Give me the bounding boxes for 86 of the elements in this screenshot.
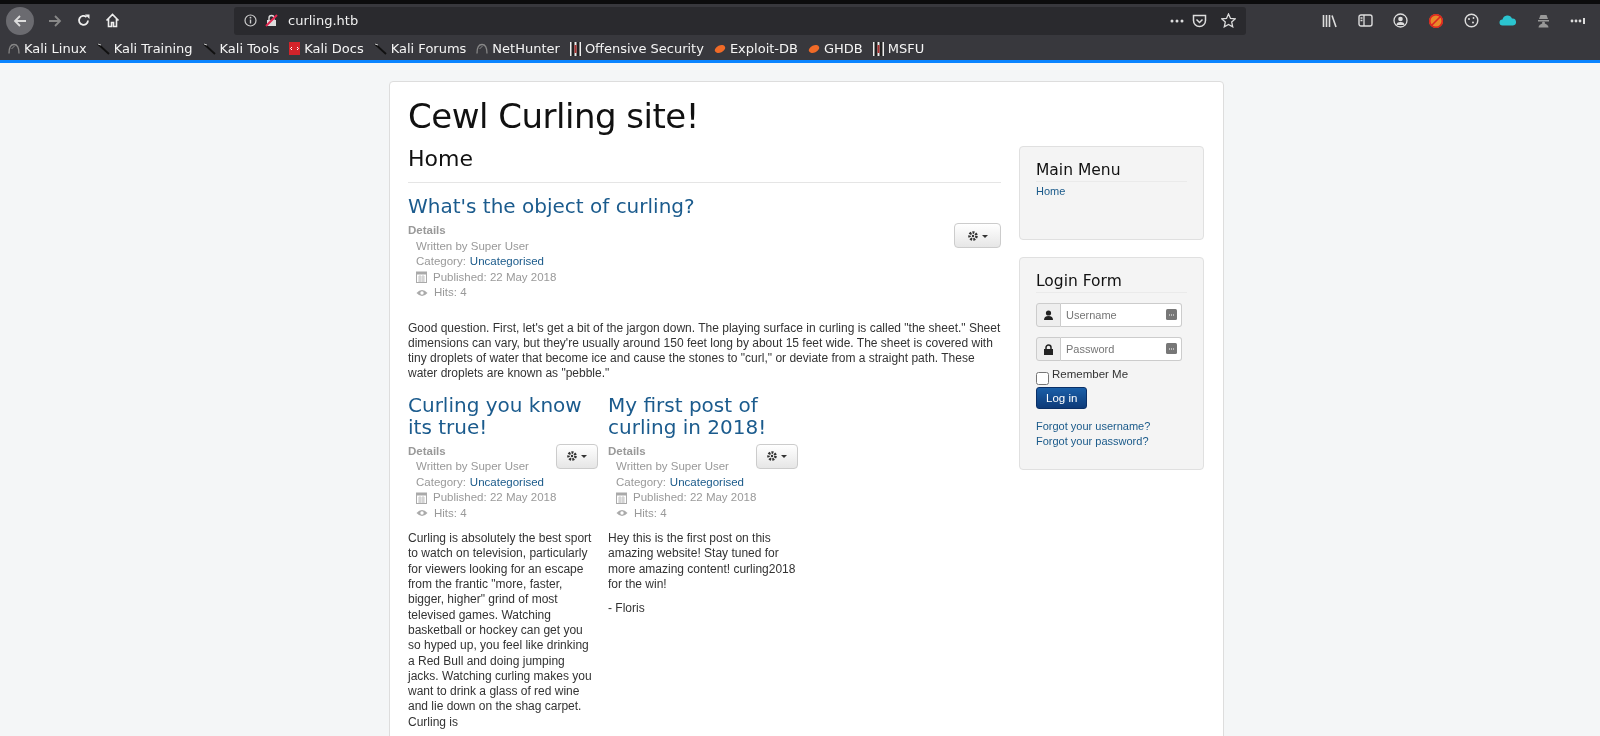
category-label: Category: [616,474,666,490]
details-label: Details [608,443,647,459]
panel-title: Main Menu [1036,161,1187,182]
insecure-lock-icon [265,14,278,27]
bookmark-link[interactable]: Kali Forums [373,41,467,56]
author-text: Written by Super User [416,459,529,475]
panel-title: Login Form [1036,272,1187,293]
category-label: Category: [416,254,466,269]
pocket-icon[interactable] [1192,13,1207,28]
blocked-extension-icon[interactable] [1428,12,1444,29]
home-button[interactable] [105,13,120,28]
username-field[interactable]: Username [1061,303,1182,327]
bookmark-link[interactable]: GHDB [807,41,863,56]
article-options-button[interactable] [756,443,798,469]
page-heading: Home [408,146,474,171]
library-icon[interactable] [1322,13,1338,28]
back-button[interactable] [6,6,34,35]
url-text: curling.htb [288,13,359,28]
category-label: Category: [416,474,466,490]
calendar-icon [416,491,427,504]
bug-icon [807,43,820,54]
bookmark-link[interactable]: Kali Linux [8,41,87,56]
published-date: Published: 22 May 2018 [633,490,757,506]
overflow-menu-icon[interactable] [1570,17,1586,24]
article-text: Hey this is the first post on this amazing website! Stay tuned for more amazing content! curling2018 for the win! [608,531,797,593]
eye-icon [416,509,428,518]
article-title[interactable]: Curling you know its true! [408,393,598,438]
details-label: Details [408,223,447,238]
gear-icon [966,229,989,242]
password-field[interactable]: Password [1061,337,1182,361]
eye-icon [616,509,628,518]
gear-icon [766,450,789,463]
forgot-link[interactable]: Forgot your username? [1036,419,1187,434]
cookie-icon[interactable] [1464,13,1479,28]
address-bar[interactable]: curling.htb [234,6,1246,35]
article-text: - Floris [608,601,646,617]
gear-icon [566,450,589,463]
article-title[interactable]: My first post of curling in 2018! [608,393,798,438]
more-icon[interactable] [1170,18,1184,23]
hits-count: Hits: 4 [434,285,467,300]
eye-icon [416,288,428,297]
user-icon [1044,310,1053,320]
author-text: Written by Super User [616,459,729,475]
published-date: Published: 22 May 2018 [433,490,557,506]
article-title[interactable]: What's the object of curling? [408,195,1001,217]
reload-button[interactable] [76,13,91,28]
calendar-icon [616,491,627,504]
article-text: Curling is absolutely the best sport to watch on television, particularly for viewers looking for an escape from the frantic "more, faster, bigger, higher" grind of most televised games. Watching basketball or hockey can get you so hyped up, you feel like drinking a Red Bull and doing jumping jacks. Watching curling makes you want to drink a glass of red wine and lie down on the shag carpet. Curling is [408,531,593,731]
bookmark-link[interactable]: Kali Tools [202,41,280,56]
category-link[interactable]: Uncategorised [669,474,744,491]
article-text: Good question. First, let's get a bit of the jargon down. The playing surface in curling is called "the sheet." Sheet dimensions can vary, but they're usually around 150 feet long by about 15 feet wide. The sheet is covered with tiny droplets of water that become ice and cause the stones to "curl," or deviate from a straight path. These water droplets are known as "pebble." [408,320,1001,382]
article-options-button[interactable] [954,223,1001,248]
bug-icon [713,43,726,54]
hits-count: Hits: 4 [634,505,667,521]
article-options-button[interactable] [556,443,598,469]
category-link[interactable]: Uncategorised [469,474,544,491]
bookmark-link[interactable]: Kali Training [96,41,193,56]
bookmark-link[interactable]: MSFU [872,41,925,56]
star-icon[interactable] [1221,13,1236,28]
sword-icon [373,42,387,55]
menu-link[interactable]: Home [1036,185,1187,219]
category-link[interactable]: Uncategorised [469,254,544,270]
back-arrow-icon [13,13,27,28]
sword-icon [96,42,110,55]
sword-icon [202,42,216,55]
remember-label: Remember Me [1052,368,1129,380]
sidebar-icon[interactable] [1358,14,1373,27]
site-title[interactable]: Cewl Curling site! [408,96,1205,136]
published-date: Published: 22 May 2018 [433,269,557,285]
bookmark-link[interactable]: Exploit-DB [713,41,798,56]
document-icon [289,42,301,55]
account-icon[interactable] [1393,13,1408,28]
calendar-icon [416,271,427,284]
forward-button[interactable] [48,13,62,28]
bookmark-link[interactable]: Offensive Security [569,41,704,56]
cloud-icon[interactable] [1499,15,1517,26]
remember-checkbox[interactable] [1036,372,1049,385]
bookmark-link[interactable]: NetHunter [476,41,560,56]
hits-count: Hits: 4 [434,505,467,521]
forgot-link[interactable]: Forgot your password? [1036,434,1187,449]
details-label: Details [408,443,447,459]
author-text: Written by Super User [416,238,529,254]
info-icon [244,14,257,27]
lock-icon [1044,343,1053,355]
bookmark-link[interactable]: Kali Docs [289,41,364,56]
login-button[interactable]: Log in [1036,387,1088,409]
